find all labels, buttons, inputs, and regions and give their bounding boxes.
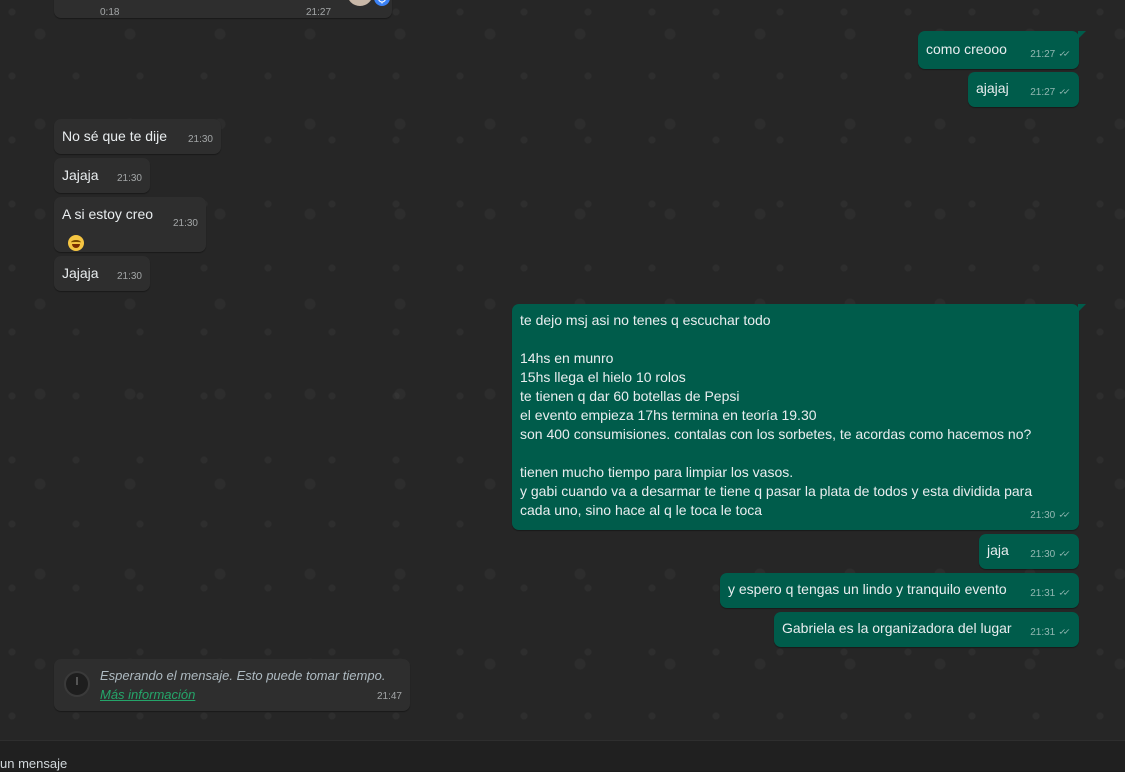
grinning-squinting-face-icon xyxy=(68,235,84,252)
message-time: 21:30 xyxy=(116,271,142,282)
message-bubble[interactable]: ajajaj 21:27 ✓✓ xyxy=(968,72,1079,107)
avatar xyxy=(347,0,373,6)
clock-icon xyxy=(64,671,90,697)
message-bubble[interactable]: Jajaja 21:30 xyxy=(54,256,150,291)
message-meta: 21:30 ✓✓ xyxy=(1030,506,1071,525)
message-text: No sé que te dije xyxy=(62,128,168,144)
mic-icon xyxy=(374,0,390,6)
message-bubble[interactable]: No sé que te dije 21:30 xyxy=(54,119,221,154)
composer-bar xyxy=(0,740,1125,772)
message-meta: 21:31 ✓✓ xyxy=(1030,584,1071,603)
message-time: 21:30 xyxy=(1030,549,1056,560)
double-check-icon: ✓✓ xyxy=(1058,550,1071,559)
message-text: y espero q tengas un lindo y tranquilo e… xyxy=(728,581,1007,597)
message-text: jaja xyxy=(987,542,1009,558)
message-meta: 21:31 ✓✓ xyxy=(1030,623,1071,642)
double-check-icon: ✓✓ xyxy=(1058,50,1071,59)
message-text: Jajaja xyxy=(62,167,99,183)
message-text: como creooo xyxy=(926,41,1007,57)
double-check-icon: ✓✓ xyxy=(1058,511,1071,520)
message-text: Gabriela es la organizadora del lugar xyxy=(782,620,1012,636)
message-time: 21:31 xyxy=(1030,627,1056,638)
message-bubble[interactable]: y espero q tengas un lindo y tranquilo e… xyxy=(720,573,1079,608)
message-bubble[interactable]: jaja 21:30 ✓✓ xyxy=(979,534,1079,569)
message-time: 21:27 xyxy=(1030,87,1056,98)
message-text: Jajaja xyxy=(62,265,99,281)
message-time: 21:31 xyxy=(1030,588,1056,599)
message-time: 21:47 xyxy=(376,691,402,702)
message-meta: 21:30 xyxy=(117,169,142,188)
message-time: 21:27 xyxy=(1030,49,1056,60)
message-bubble[interactable]: como creooo 21:27 ✓✓ xyxy=(918,31,1086,69)
audio-message[interactable]: 0:18 21:27 xyxy=(54,0,392,18)
message-meta: 21:30 xyxy=(173,214,198,233)
double-check-icon: ✓✓ xyxy=(1058,88,1071,97)
message-meta: 21:30 xyxy=(188,130,213,149)
message-meta: 21:30 xyxy=(117,267,142,286)
message-text: te dejo msj asi no tenes q escuchar todo… xyxy=(520,312,1033,518)
double-check-icon: ✓✓ xyxy=(1058,628,1071,637)
message-meta: 21:27 ✓✓ xyxy=(1030,83,1071,102)
message-time: 21:30 xyxy=(172,218,198,229)
audio-duration: 0:18 xyxy=(100,7,120,18)
message-time: 21:30 xyxy=(1030,510,1056,521)
message-meta: 21:47 xyxy=(377,687,402,706)
message-text: A si estoy creo xyxy=(62,206,154,222)
more-info-link[interactable]: Más información xyxy=(100,685,402,705)
message-time: 21:30 xyxy=(187,134,213,145)
waiting-text: Esperando el mensaje. Esto puede tomar t… xyxy=(100,668,386,683)
message-bubble[interactable]: Gabriela es la organizadora del lugar 21… xyxy=(774,612,1079,647)
message-time: 21:30 xyxy=(116,173,142,184)
audio-time: 21:27 xyxy=(306,7,332,18)
waiting-message-bubble: Esperando el mensaje. Esto puede tomar t… xyxy=(54,659,410,711)
double-check-icon: ✓✓ xyxy=(1058,589,1071,598)
message-input[interactable] xyxy=(0,741,1125,772)
message-text: ajajaj xyxy=(976,80,1009,96)
message-meta: 21:30 ✓✓ xyxy=(1030,545,1071,564)
message-bubble[interactable]: Jajaja 21:30 xyxy=(54,158,150,193)
message-bubble[interactable]: A si estoy creo 21:30 xyxy=(54,197,206,252)
message-meta: 21:27 ✓✓ xyxy=(1030,45,1071,64)
message-bubble[interactable]: te dejo msj asi no tenes q escuchar todo… xyxy=(512,304,1086,530)
chat-area[interactable]: 0:18 21:27 como creooo 21:27 ✓✓ ajajaj 21… xyxy=(0,0,1125,740)
